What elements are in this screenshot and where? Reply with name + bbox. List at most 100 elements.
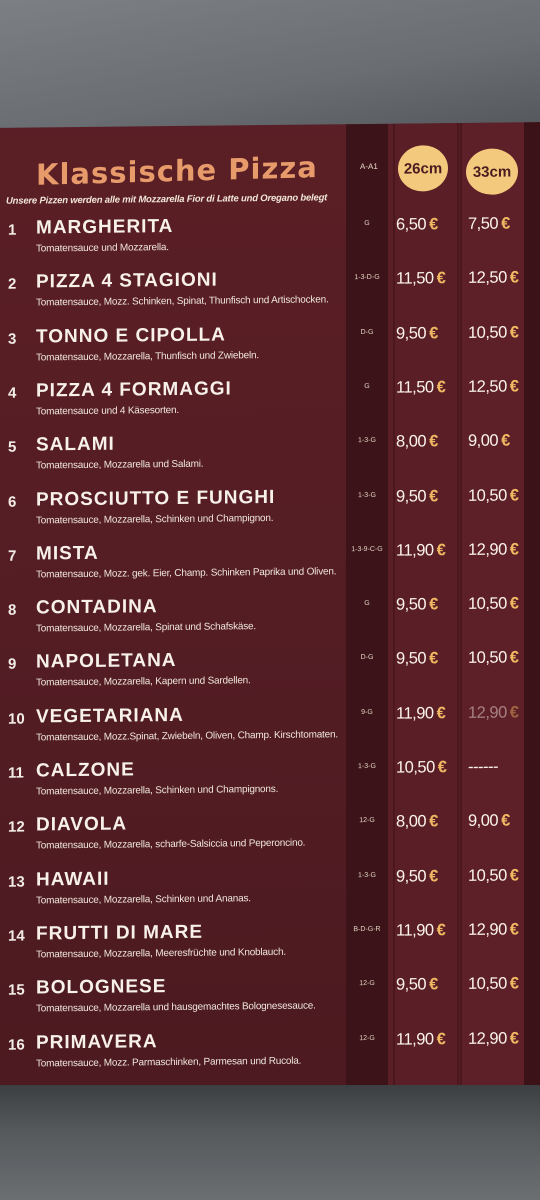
euro-sign: € xyxy=(509,377,519,396)
item-name: TONNO E CIPOLLA xyxy=(36,324,226,348)
price-33cm-value: 12,90 xyxy=(468,703,507,722)
menu-item: 3 TONNO E CIPOLLA Tomatensauce, Mozzarella… xyxy=(0,323,540,383)
item-description: Tomatensauce, Mozz.Spinat, Zwiebeln, Oli… xyxy=(36,728,338,744)
euro-sign: € xyxy=(509,865,519,885)
euro-sign: € xyxy=(429,595,438,614)
price-26cm: 9,50 € xyxy=(396,975,456,995)
euro-sign: € xyxy=(509,540,519,559)
price-33cm-value: ------ xyxy=(468,757,498,776)
price-26cm: 9,50 € xyxy=(396,595,456,615)
price-26cm: 11,90 € xyxy=(396,704,456,724)
euro-sign: € xyxy=(429,649,438,668)
price-33cm: 10,50 € xyxy=(468,323,528,343)
price-26cm-value: 9,50 xyxy=(396,486,427,506)
menu-item: 4 PIZZA 4 FORMAGGI Tomatensauce und 4 Käse… xyxy=(0,377,540,437)
counter-foreground xyxy=(0,1085,540,1200)
euro-sign: € xyxy=(429,866,438,885)
price-26cm-value: 11,90 xyxy=(396,921,434,940)
item-number: 1 xyxy=(8,221,17,239)
euro-sign: € xyxy=(436,269,446,288)
menu-item: 9 NAPOLETANA Tomatensauce, Mozzarella, Kap… xyxy=(0,649,540,709)
price-33cm: 9,00 € xyxy=(468,431,528,451)
item-name: PIZZA 4 STAGIONI xyxy=(36,269,218,293)
item-description: Tomatensauce und 4 Käsesorten. xyxy=(36,404,179,418)
price-26cm: 8,00 € xyxy=(396,432,456,452)
item-description: Tomatensauce, Mozzarella, Kapern und Sar… xyxy=(36,675,251,689)
euro-sign: € xyxy=(501,811,510,830)
euro-sign: € xyxy=(436,1029,446,1048)
item-allergens: 12-G xyxy=(359,1034,375,1042)
price-26cm-value: 9,50 xyxy=(396,595,427,614)
price-26cm: 9,50 € xyxy=(396,487,456,507)
price-33cm: 12,90 € xyxy=(468,703,528,723)
menu-item: 6 PROSCIUTTO E FUNGHI Tomatensauce, Mozzar… xyxy=(0,486,540,546)
item-name: MISTA xyxy=(36,542,99,565)
menu-item: 16 PRIMAVERA Tomatensauce, Mozz. Parmaschi… xyxy=(0,1029,540,1089)
item-allergens: 1-3-G xyxy=(358,762,376,771)
item-number: 11 xyxy=(8,764,24,782)
euro-sign: € xyxy=(501,214,510,233)
price-33cm: 12,90 € xyxy=(468,540,528,560)
price-33cm: 12,90 € xyxy=(468,1029,528,1049)
price-33cm-value: 10,50 xyxy=(468,323,507,342)
menu-item: 2 PIZZA 4 STAGIONI Tomatensauce, Mozz. Sch… xyxy=(0,268,540,328)
item-name: VEGETARIANA xyxy=(36,704,184,728)
item-number: 14 xyxy=(8,927,25,945)
item-description: Tomatensauce, Mozzarella, Spinat und Sch… xyxy=(36,621,256,635)
euro-sign: € xyxy=(509,974,519,993)
price-26cm: 8,00 € xyxy=(396,812,456,832)
euro-sign: € xyxy=(429,975,438,994)
price-33cm-value: 10,50 xyxy=(468,866,507,885)
item-number: 12 xyxy=(8,818,25,837)
price-26cm: 9,50 € xyxy=(396,649,456,669)
euro-sign: € xyxy=(436,378,446,397)
item-name: CALZONE xyxy=(36,759,135,782)
price-26cm-value: 11,90 xyxy=(396,1029,434,1049)
euro-sign: € xyxy=(436,703,446,722)
price-33cm-value: 10,50 xyxy=(468,486,507,505)
price-26cm-value: 9,50 xyxy=(396,975,427,994)
euro-sign: € xyxy=(429,486,438,505)
item-name: BOLOGNESE xyxy=(36,976,167,999)
price-33cm-value: 9,00 xyxy=(468,811,499,831)
item-allergens: D-G xyxy=(360,328,374,336)
price-33cm: 10,50 € xyxy=(468,866,528,886)
price-33cm: 10,50 € xyxy=(468,594,528,614)
item-description: Tomatensauce, Mozzarella und hausgemacht… xyxy=(36,1000,316,1015)
item-allergens: 1-3-G xyxy=(358,437,376,445)
item-name: PRIMAVERA xyxy=(36,1030,158,1053)
menu-item: 7 MISTA Tomatensauce, Mozz. gek. Eier, Cha… xyxy=(0,540,540,600)
item-number: 10 xyxy=(8,710,25,728)
price-26cm: 6,50 € xyxy=(396,215,456,235)
price-33cm: 12,50 € xyxy=(468,269,528,289)
price-26cm-value: 9,50 xyxy=(396,866,427,886)
euro-sign: € xyxy=(509,485,519,504)
item-allergens: 9-G xyxy=(361,708,373,716)
price-26cm-value: 9,50 xyxy=(396,649,427,669)
item-description: Tomatensauce, Mozz. gek. Eier, Champ. Sc… xyxy=(36,566,337,581)
item-number: 8 xyxy=(8,601,17,619)
euro-sign: € xyxy=(509,322,519,342)
euro-sign: € xyxy=(436,540,446,560)
price-26cm: 9,50 € xyxy=(396,324,456,344)
price-26cm-value: 9,50 xyxy=(396,323,427,343)
price-26cm-value: 11,90 xyxy=(396,703,434,723)
item-number: 7 xyxy=(8,547,17,565)
menu-item: 15 BOLOGNESE Tomatensauce, Mozzarella und … xyxy=(0,974,540,1034)
price-26cm: 10,50 € xyxy=(396,758,456,778)
euro-sign: € xyxy=(509,594,519,613)
item-allergens: 1-3-D-G xyxy=(354,274,380,282)
price-26cm: 11,90 € xyxy=(396,1030,456,1050)
item-allergens: G xyxy=(364,382,370,390)
item-allergens: 1-3-G xyxy=(358,871,376,879)
price-26cm-value: 8,00 xyxy=(396,432,427,451)
item-description: Tomatensauce, Mozzarella, Meeresfrüchte … xyxy=(36,946,286,961)
item-name: DIAVOLA xyxy=(36,813,128,836)
price-33cm: ------ xyxy=(468,757,528,777)
euro-sign: € xyxy=(509,648,519,667)
price-33cm-value: 12,90 xyxy=(468,1029,507,1048)
price-33cm-value: 10,50 xyxy=(468,648,507,668)
item-description: Tomatensauce, Mozzarella, Schinken und C… xyxy=(36,783,279,798)
item-number: 15 xyxy=(8,981,25,999)
price-33cm-value: 9,00 xyxy=(468,431,499,451)
